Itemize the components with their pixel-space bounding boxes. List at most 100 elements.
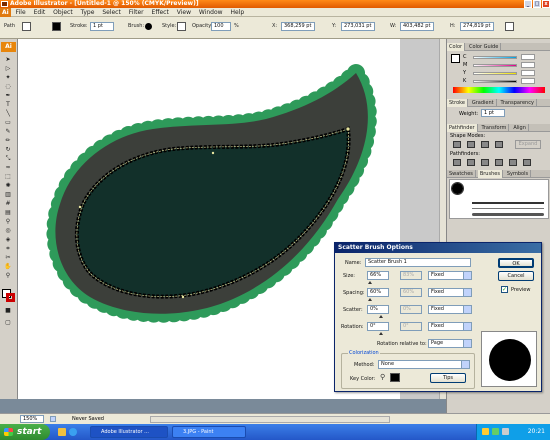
unite-icon[interactable] — [453, 141, 461, 148]
symbol-sprayer-tool-icon[interactable]: ✺ — [2, 182, 14, 190]
artboard-nav-icon[interactable] — [50, 416, 56, 422]
menu-view[interactable]: View — [174, 8, 194, 17]
tab-transform[interactable]: Transform — [480, 124, 510, 132]
gradient-tool-icon[interactable]: ▤ — [2, 209, 14, 217]
preview-checkbox[interactable]: ✓ — [501, 286, 508, 293]
live-paint-tool-icon[interactable]: ◈ — [2, 236, 14, 244]
tab-transparency[interactable]: Transparency — [499, 99, 537, 107]
menu-select[interactable]: Select — [99, 8, 124, 17]
paintbrush-tool-icon[interactable]: ✎ — [2, 128, 14, 136]
stroke-color-icon[interactable] — [6, 293, 15, 302]
minus-back-icon[interactable] — [523, 159, 531, 166]
magenta-slider[interactable]: M — [463, 62, 535, 68]
crop-icon[interactable] — [495, 159, 503, 166]
rotation-min-field[interactable]: 0° — [367, 322, 389, 331]
merge-icon[interactable] — [481, 159, 489, 166]
style-swatch[interactable] — [177, 22, 186, 31]
divide-icon[interactable] — [453, 159, 461, 166]
transform-icon[interactable] — [505, 22, 514, 31]
color-spectrum-bar[interactable] — [453, 87, 545, 93]
scatter-min-field[interactable]: 0% — [367, 305, 389, 314]
tray-icon-2[interactable] — [492, 428, 499, 435]
menu-file[interactable]: File — [13, 8, 29, 17]
tab-color-guide[interactable]: Color Guide — [467, 43, 502, 51]
menu-window[interactable]: Window — [196, 8, 226, 17]
scissors-tool-icon[interactable]: ✂ — [2, 254, 14, 262]
stroke-weight-field[interactable]: 1 pt — [90, 22, 114, 31]
yellow-slider[interactable]: Y — [463, 70, 535, 76]
rotation-relative-select[interactable]: Page — [428, 339, 472, 348]
minus-front-icon[interactable] — [467, 141, 475, 148]
spacing-mode-select[interactable]: Fixed — [428, 288, 472, 297]
scale-tool-icon[interactable]: ⤡ — [2, 155, 14, 163]
tab-gradient[interactable]: Gradient — [470, 99, 497, 107]
trim-icon[interactable] — [467, 159, 475, 166]
menu-filter[interactable]: Filter — [126, 8, 147, 17]
tab-align[interactable]: Align — [511, 124, 529, 132]
method-select[interactable]: None — [378, 360, 470, 369]
scatter-mode-select[interactable]: Fixed — [428, 305, 472, 314]
color-fill-stroke-icon[interactable] — [451, 54, 460, 63]
spacing-min-field[interactable]: 60% — [367, 288, 389, 297]
horizontal-scrollbar[interactable] — [150, 416, 390, 423]
brush-preview-icon[interactable] — [145, 23, 152, 30]
h-field[interactable]: 274,819 pt — [460, 22, 494, 31]
screen-mode-icon[interactable]: ▢ — [2, 319, 14, 327]
free-transform-tool-icon[interactable]: ⬚ — [2, 173, 14, 181]
pencil-tool-icon[interactable]: ✏ — [2, 137, 14, 145]
hand-tool-icon[interactable]: ✋ — [2, 263, 14, 271]
tips-button[interactable]: Tips — [430, 373, 466, 383]
slice-tool-icon[interactable]: ⌗ — [2, 245, 14, 253]
quicklaunch-icon-1[interactable] — [58, 428, 66, 436]
tray-icon-3[interactable] — [502, 428, 509, 435]
black-slider[interactable]: K — [463, 78, 535, 84]
eyedropper-icon[interactable]: ⚲ — [380, 373, 385, 381]
zoom-field[interactable]: 150% — [20, 415, 44, 423]
start-button[interactable]: start — [0, 424, 50, 440]
scatter-slider-handle[interactable] — [379, 315, 383, 318]
fill-swatch[interactable] — [22, 22, 31, 31]
direct-selection-tool-icon[interactable]: ▷ — [2, 65, 14, 73]
menu-object[interactable]: Object — [50, 8, 76, 17]
blend-tool-icon[interactable]: ◎ — [2, 227, 14, 235]
taskbar-item-illustrator[interactable]: Adobe Illustrator ... — [90, 426, 168, 438]
selection-tool-icon[interactable]: ➤ — [2, 56, 14, 64]
pen-tool-icon[interactable]: ✒ — [2, 92, 14, 100]
eyedropper-tool-icon[interactable]: ⚲ — [2, 218, 14, 226]
zoom-tool-icon[interactable]: ⚲ — [2, 272, 14, 280]
magic-wand-tool-icon[interactable]: ✦ — [2, 74, 14, 82]
tab-swatches[interactable]: Swatches — [447, 170, 476, 178]
color-mode-icon[interactable]: ■ — [2, 307, 14, 315]
tab-color[interactable]: Color — [447, 43, 466, 51]
quicklaunch-icon-2[interactable] — [69, 428, 77, 436]
maximize-button[interactable]: □ — [533, 0, 541, 8]
size-mode-select[interactable]: Fixed — [428, 271, 472, 280]
intersect-icon[interactable] — [481, 141, 489, 148]
rotation-slider-handle[interactable] — [379, 332, 383, 335]
tab-stroke[interactable]: Stroke — [447, 99, 468, 107]
lasso-tool-icon[interactable]: ◌ — [2, 83, 14, 91]
rectangle-tool-icon[interactable]: ▭ — [2, 119, 14, 127]
cyan-slider[interactable]: C — [463, 54, 535, 60]
brush-stroke-2[interactable] — [472, 208, 544, 209]
type-tool-icon[interactable]: T — [2, 101, 14, 109]
brush-name-field[interactable]: Scatter Brush 1 — [365, 258, 471, 267]
rotate-tool-icon[interactable]: ↻ — [2, 146, 14, 154]
cancel-button[interactable]: Cancel — [498, 271, 534, 281]
spacing-slider-handle[interactable] — [368, 298, 372, 301]
x-field[interactable]: 368,259 pt — [281, 22, 315, 31]
menu-effect[interactable]: Effect — [149, 8, 172, 17]
brush-stroke-3[interactable] — [472, 213, 544, 216]
brush-stroke-1[interactable] — [472, 202, 544, 204]
rotation-mode-select[interactable]: Fixed — [428, 322, 472, 331]
size-min-field[interactable]: 66% — [367, 271, 389, 280]
w-field[interactable]: 403,482 pt — [400, 22, 434, 31]
scatter-brush-swatch[interactable] — [451, 182, 464, 195]
menu-edit[interactable]: Edit — [31, 8, 49, 17]
menu-help[interactable]: Help — [228, 8, 248, 17]
mesh-tool-icon[interactable]: # — [2, 200, 14, 208]
taskbar-item-paint[interactable]: 3.JPG - Paint — [172, 426, 246, 438]
size-slider-handle[interactable] — [368, 281, 372, 284]
line-tool-icon[interactable]: ╲ — [2, 110, 14, 118]
warp-tool-icon[interactable]: ≈ — [2, 164, 14, 172]
